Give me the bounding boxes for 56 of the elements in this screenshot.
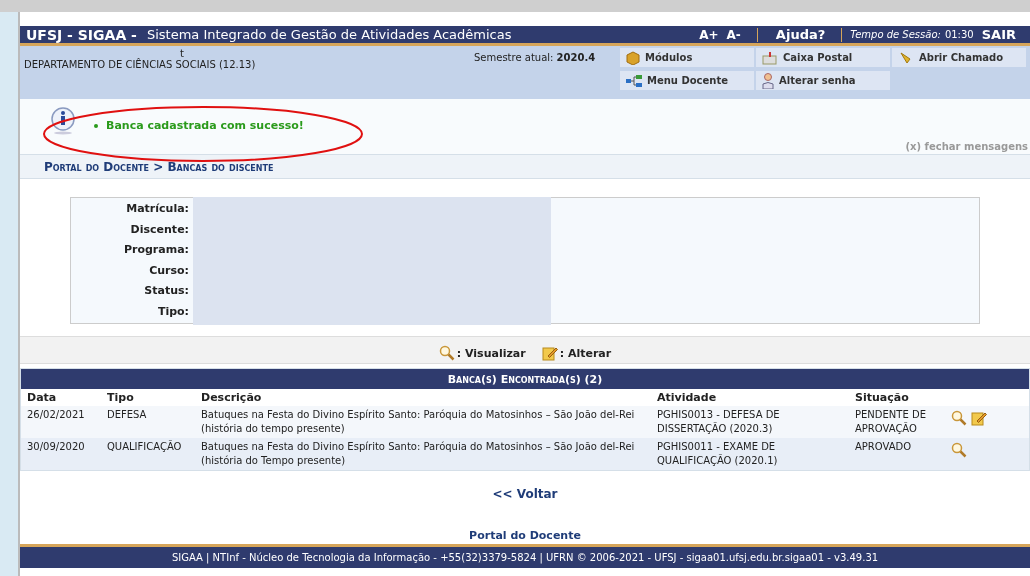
- table-cell-text: 30/09/2020: [26, 440, 86, 454]
- magnifier-icon[interactable]: [951, 410, 967, 426]
- edit-note-icon[interactable]: [541, 345, 558, 361]
- column-header: Atividade: [656, 391, 718, 404]
- shortcut-link[interactable]: Menu Docente: [620, 71, 754, 90]
- back-link[interactable]: << Voltar: [492, 487, 558, 501]
- shortcut-link[interactable]: Abrir Chamado: [892, 48, 1026, 67]
- department-text: DEPARTAMENTO DE CIÊNCIAS SOCIAIS (12.13): [24, 59, 257, 70]
- table-cell-text: PGHIS0011 - EXAME DE QUALIFICAÇÃO (2020.1): [656, 440, 779, 468]
- edit-note-icon[interactable]: [971, 410, 987, 426]
- portal-link[interactable]: Portal do Docente: [469, 529, 581, 542]
- logout-link[interactable]: SAIR: [981, 27, 1016, 42]
- session-time: 01:30: [944, 29, 974, 40]
- table-cell-text: Batuques na Festa do Divino Espírito Santo: Paróquia do Matosinhos – São João del-Rei (história do tempo presente): [200, 408, 636, 436]
- success-message: Banca cadastrada com sucesso!: [106, 119, 304, 133]
- system-name: UFSJ - SIGAA -: [26, 26, 137, 43]
- semester-text: Semestre atual: 2020.4: [474, 51, 597, 65]
- info-icon: [50, 107, 76, 135]
- table-cell-text: QUALIFICAÇÃO: [106, 440, 183, 454]
- legend-item: : Alterar: [541, 345, 612, 361]
- field-label: Matrícula:: [126, 202, 189, 217]
- help-link[interactable]: Ajuda?: [775, 27, 826, 42]
- mailbox-icon: [762, 50, 778, 65]
- column-header: Situação: [854, 391, 910, 404]
- session-label: Tempo de Sessão:: [850, 29, 941, 40]
- field-label: Status:: [144, 284, 189, 299]
- shortcut-link[interactable]: Módulos: [620, 48, 754, 67]
- box-icon: [626, 50, 640, 65]
- shortcut-link[interactable]: Alterar senha: [756, 71, 890, 90]
- field-label: Programa:: [123, 243, 189, 258]
- table-title: Banca(s) Encontrada(s) (2): [447, 372, 603, 386]
- system-title: Sistema Integrado de Gestão de Atividades Acadêmicas: [146, 27, 513, 42]
- shortcut-link[interactable]: Caixa Postal: [756, 48, 890, 67]
- field-label: Tipo:: [157, 304, 189, 319]
- sitemap-icon: [626, 74, 642, 87]
- footer-text: SIGAA | NTInf - Núcleo de Tecnologia da Informação - +55(32)3379-5824 | UFRN © 2006-2021 - UFSJ - sigaa01.ufsj.edu.br.sigaa01 - v3.49.31: [171, 552, 879, 563]
- bullet-icon: [94, 124, 98, 128]
- column-header: Descrição: [200, 391, 263, 404]
- table-cell-text: Batuques na Festa do Divino Espírito Santo: Paróquia do Matosinhos – São João del-Rei (história do Tempo presente): [200, 440, 636, 468]
- magnifier-icon[interactable]: [951, 442, 967, 458]
- field-label: Discente:: [130, 222, 189, 237]
- table-cell-text: 26/02/2021: [26, 408, 86, 422]
- column-header: Tipo: [106, 391, 135, 404]
- font-decrease-link[interactable]: A-: [726, 27, 741, 42]
- user-name: t: [179, 48, 185, 59]
- table-cell-text: PGHIS0013 - DEFESA DE DISSERTAÇÃO (2020.3): [656, 408, 781, 436]
- table-cell-text: PENDENTE DE APROVAÇÃO: [854, 408, 927, 436]
- person-icon: [762, 72, 774, 89]
- magnifier-icon[interactable]: [438, 345, 455, 361]
- field-label: Curso:: [149, 263, 189, 278]
- column-header: Data: [26, 391, 58, 404]
- table-cell-text: DEFESA: [106, 408, 148, 422]
- font-increase-link[interactable]: A+: [699, 27, 719, 42]
- breadcrumb: Portal do Docente > Bancas do discente: [44, 159, 274, 174]
- legend-item: : Visualizar: [438, 345, 526, 361]
- table-cell-text: APROVADO: [854, 440, 913, 454]
